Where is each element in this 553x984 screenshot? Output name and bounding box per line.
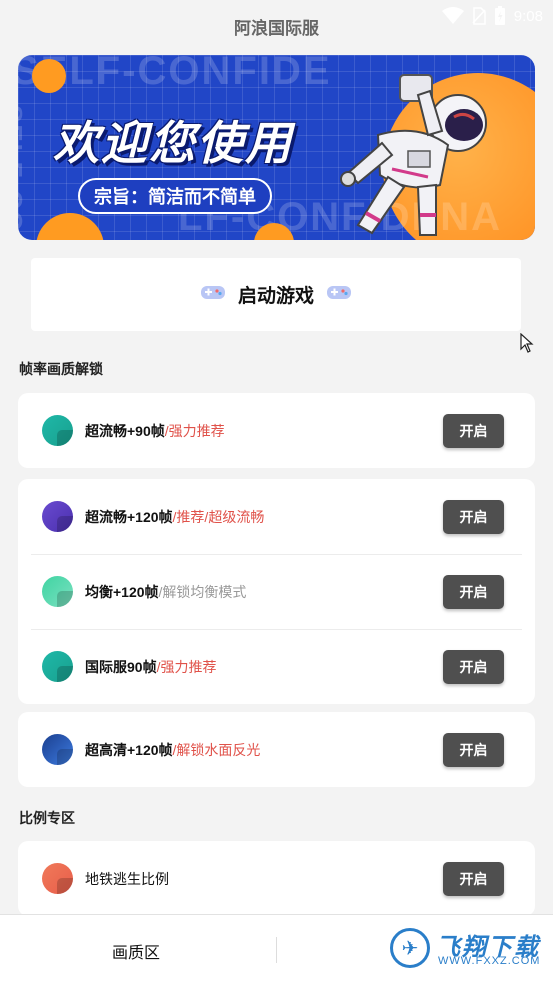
banner-bg-text: SELF-CONF [18,105,28,240]
nav-divider [276,937,277,963]
list-item: 地铁逃生比例 开启 [18,841,535,916]
launch-game-button[interactable]: 启动游戏 [31,258,521,331]
option-name: 超流畅+120帧 [85,508,173,525]
enable-button[interactable]: 开启 [443,861,504,896]
option-tag: /强力推荐 [164,422,225,439]
list-item: 国际服90帧/强力推荐 开启 [18,629,535,704]
enable-button[interactable]: 开启 [443,413,504,448]
option-text: 国际服90帧/强力推荐 [85,657,216,677]
wifi-icon [441,7,464,25]
option-icon [42,576,73,607]
list-item: 超高清+120帧/解锁水面反光 开启 [18,712,535,787]
option-icon [42,651,73,682]
option-text: 地铁逃生比例 [85,869,169,889]
option-tag: /推荐/超级流畅 [172,508,265,525]
option-card: 超流畅+120帧/推荐/超级流畅 开启 均衡+120帧/解锁均衡模式 开启 国际… [18,479,535,704]
welcome-banner[interactable]: SELF-CONFIDE LF-CONFIDENA SELF-CONF 欢迎您使… [18,55,535,240]
launch-game-label: 启动游戏 [237,286,314,307]
option-icon [42,415,73,446]
banner-title: 欢迎您使用 [53,117,293,169]
enable-button[interactable]: 开启 [443,574,504,609]
clock: 9:08 [513,7,543,25]
option-icon [42,734,73,765]
section-title: 比例专区 [19,810,75,826]
option-card: 地铁逃生比例 开启 [18,841,535,916]
list-item: 均衡+120帧/解锁均衡模式 开启 [18,554,535,629]
option-text: 均衡+120帧/解锁均衡模式 [85,582,246,602]
option-tag: /强力推荐 [156,658,217,675]
option-name: 超流畅+90帧 [85,422,165,439]
option-name: 超高清+120帧 [85,741,173,758]
option-tag: /解锁水面反光 [172,741,261,758]
option-text: 超高清+120帧/解锁水面反光 [85,740,260,760]
status-icons: 9:08 [441,6,543,26]
option-card: 超高清+120帧/解锁水面反光 开启 [18,712,535,787]
section-title: 帧率画质解锁 [19,361,103,377]
option-name: 地铁逃生比例 [85,870,169,887]
nav-tab-quality[interactable]: 画质区 [112,939,160,963]
option-tag: /解锁均衡模式 [158,583,247,600]
watermark: ✈ 飞翔下载 WWW.FXXZ.COM [386,925,546,971]
mouse-cursor-icon [520,333,534,353]
list-item: 超流畅+120帧/推荐/超级流畅 开启 [18,479,535,554]
list-item: 超流畅+90帧/强力推荐 开启 [18,393,535,468]
enable-button[interactable]: 开启 [443,499,504,534]
no-sim-icon [472,7,486,25]
enable-button[interactable]: 开启 [443,649,504,684]
option-name: 国际服90帧 [85,658,157,675]
status-bar: 阿浪国际服 9:08 [0,0,553,48]
orange-circle [32,59,66,93]
option-icon [42,501,73,532]
option-card: 超流畅+90帧/强力推荐 开启 [18,393,535,468]
astronaut-illustration [340,74,487,236]
option-text: 超流畅+90帧/强力推荐 [85,421,225,441]
watermark-url: WWW.FXXZ.COM [438,955,541,967]
banner-slogan: 宗旨：简洁而不简单 [78,178,272,214]
watermark-logo-icon: ✈ [390,928,430,968]
option-text: 超流畅+120帧/推荐/超级流畅 [85,507,264,527]
enable-button[interactable]: 开启 [443,732,504,767]
option-name: 均衡+120帧 [85,583,159,600]
battery-icon [494,6,506,26]
gamepad-icon [326,283,352,306]
gamepad-icon [200,283,226,306]
option-icon [42,863,73,894]
